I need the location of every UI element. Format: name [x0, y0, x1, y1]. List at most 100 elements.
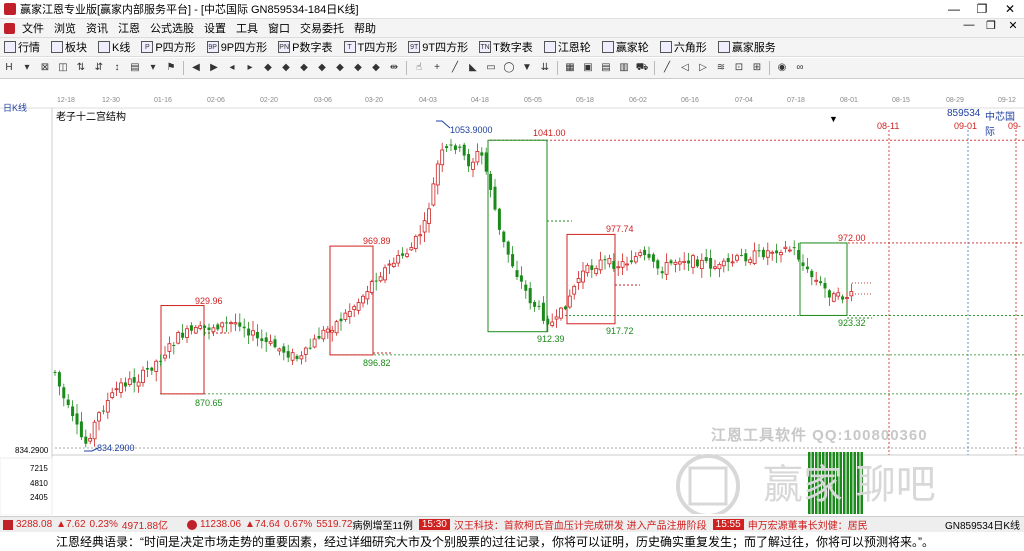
- news-item-1[interactable]: 病例增至11例: [352, 517, 412, 532]
- minimize-button[interactable]: —: [940, 0, 968, 18]
- toolbar-separator: [769, 61, 770, 75]
- prev-icon[interactable]: ◂: [225, 61, 239, 75]
- candle-body: [75, 413, 79, 425]
- toolbar-item-6[interactable]: T T四方形: [340, 39, 397, 55]
- truck-icon[interactable]: ⛟: [635, 61, 649, 75]
- toolbar-item-3[interactable]: P P四方形: [137, 39, 196, 55]
- menu-browse[interactable]: 浏览: [49, 20, 81, 36]
- menu-file[interactable]: 文件: [17, 20, 49, 36]
- double-down-icon[interactable]: ⇊: [538, 61, 552, 75]
- box-icon[interactable]: ⊠: [38, 61, 52, 75]
- box2-icon[interactable]: ▣: [581, 61, 595, 75]
- expand-icon[interactable]: ⇹: [387, 61, 401, 75]
- color-icon[interactable]: ◉: [775, 61, 789, 75]
- list2-icon[interactable]: ▤: [599, 61, 613, 75]
- dropdown-icon[interactable]: ▼: [829, 114, 838, 124]
- candle-body: [299, 355, 304, 360]
- sh-index-change: ▲7.62: [56, 519, 86, 530]
- menu-info[interactable]: 资讯: [81, 20, 113, 36]
- candle-body: [699, 259, 704, 270]
- candle-body: [787, 249, 792, 252]
- menu-help[interactable]: 帮助: [349, 20, 381, 36]
- toolbar-item-7[interactable]: 9T 9T四方形: [404, 39, 468, 55]
- menu-formula[interactable]: 公式选股: [145, 20, 199, 36]
- menu-window[interactable]: 窗口: [263, 20, 295, 36]
- watermark-text: 江恩工具软件 QQ:100800360: [711, 427, 928, 444]
- toolbar-item-1[interactable]: 板块: [47, 39, 87, 55]
- candle-body: [511, 254, 515, 267]
- toolbar-item-10[interactable]: 赢家轮: [598, 39, 649, 55]
- diamond-icon[interactable]: ◆: [351, 61, 365, 75]
- window-icon[interactable]: ◫: [56, 61, 70, 75]
- candle-body: [819, 281, 823, 284]
- candle-body: [546, 318, 550, 325]
- toolbar-item-2[interactable]: K线: [94, 39, 130, 55]
- candle-body: [612, 261, 616, 269]
- candle-body: [537, 305, 541, 307]
- diamond-icon[interactable]: ◆: [261, 61, 275, 75]
- next-icon[interactable]: ▸: [243, 61, 257, 75]
- list3-icon[interactable]: ▥: [617, 61, 631, 75]
- menu-gann[interactable]: 江恩: [113, 20, 145, 36]
- child-restore-button[interactable]: ❐: [980, 19, 1002, 32]
- dropdown-icon[interactable]: ▾: [20, 61, 34, 75]
- down-icon[interactable]: ▼: [520, 61, 534, 75]
- candle-body: [554, 316, 559, 320]
- first-icon[interactable]: ◀: [189, 61, 203, 75]
- candle-body: [801, 262, 805, 267]
- date-tick: 12-30: [102, 97, 120, 104]
- link-icon[interactable]: ∞: [793, 61, 807, 75]
- last-icon[interactable]: ▶: [207, 61, 221, 75]
- plus-box-icon[interactable]: ⊞: [750, 61, 764, 75]
- sh-index-pct: 0.23%: [89, 519, 118, 530]
- dropdown2-icon[interactable]: ▾: [146, 61, 160, 75]
- circle-icon[interactable]: ◯: [502, 61, 516, 75]
- toolbar-item-5[interactable]: PN P数字表: [274, 39, 333, 55]
- downup-icon[interactable]: ⇵: [92, 61, 106, 75]
- toolbar-item-12[interactable]: 赢家服务: [714, 39, 776, 55]
- ray-icon[interactable]: ╱: [660, 61, 674, 75]
- date-tick: 05-05: [524, 97, 542, 104]
- date-tick: 01-16: [154, 97, 172, 104]
- maximize-button[interactable]: ❐: [968, 0, 996, 18]
- toolbar-item-4[interactable]: 9P 9P四方形: [203, 39, 267, 55]
- toolbar-item-8[interactable]: TN T数字表: [475, 39, 533, 55]
- cross-icon[interactable]: +: [430, 61, 444, 75]
- news-item-2[interactable]: 汉王科技：首款柯氏音血压计完成研发 进入产品注册阶段: [454, 517, 707, 532]
- diamond-icon[interactable]: ◆: [297, 61, 311, 75]
- toolbar-item-11[interactable]: 六角形: [656, 39, 707, 55]
- frame-icon[interactable]: ⊡: [732, 61, 746, 75]
- right-icon[interactable]: ▷: [696, 61, 710, 75]
- wave-icon[interactable]: ≋: [714, 61, 728, 75]
- child-minimize-button[interactable]: —: [958, 19, 980, 32]
- triangle-icon[interactable]: ◣: [466, 61, 480, 75]
- grid-icon[interactable]: ▦: [563, 61, 577, 75]
- menu-settings[interactable]: 设置: [199, 20, 231, 36]
- menu-tools[interactable]: 工具: [231, 20, 263, 36]
- square-9p-icon: 9P: [206, 41, 219, 53]
- candle-body: [193, 327, 198, 334]
- toolbar-item-9[interactable]: 江恩轮: [540, 39, 591, 55]
- diamond-icon[interactable]: ◆: [315, 61, 329, 75]
- line-icon[interactable]: ╱: [448, 61, 462, 75]
- child-close-button[interactable]: ✕: [1002, 19, 1024, 32]
- rect-icon[interactable]: ▭: [484, 61, 498, 75]
- diamond-icon[interactable]: ◆: [369, 61, 383, 75]
- hand-icon[interactable]: ☝: [412, 61, 426, 75]
- price-annotation: 917.72: [606, 326, 634, 336]
- vertical-icon[interactable]: ↕: [110, 61, 124, 75]
- h-icon[interactable]: H: [2, 61, 16, 75]
- updown-icon[interactable]: ⇅: [74, 61, 88, 75]
- close-button[interactable]: ✕: [996, 0, 1024, 18]
- diamond-icon[interactable]: ◆: [279, 61, 293, 75]
- left-icon[interactable]: ◁: [678, 61, 692, 75]
- list-icon[interactable]: ▤: [128, 61, 142, 75]
- sz-index-amount: 5519.72: [316, 519, 353, 530]
- news-item-3[interactable]: 申万宏源董事长刘健：居民: [748, 517, 868, 532]
- menu-trade[interactable]: 交易委托: [295, 20, 349, 36]
- flag-icon[interactable]: ⚑: [164, 61, 178, 75]
- candle-body: [145, 367, 149, 370]
- toolbar-item-0[interactable]: 行情: [0, 39, 40, 55]
- diamond-icon[interactable]: ◆: [333, 61, 347, 75]
- news-time-2: 15:55: [712, 519, 744, 530]
